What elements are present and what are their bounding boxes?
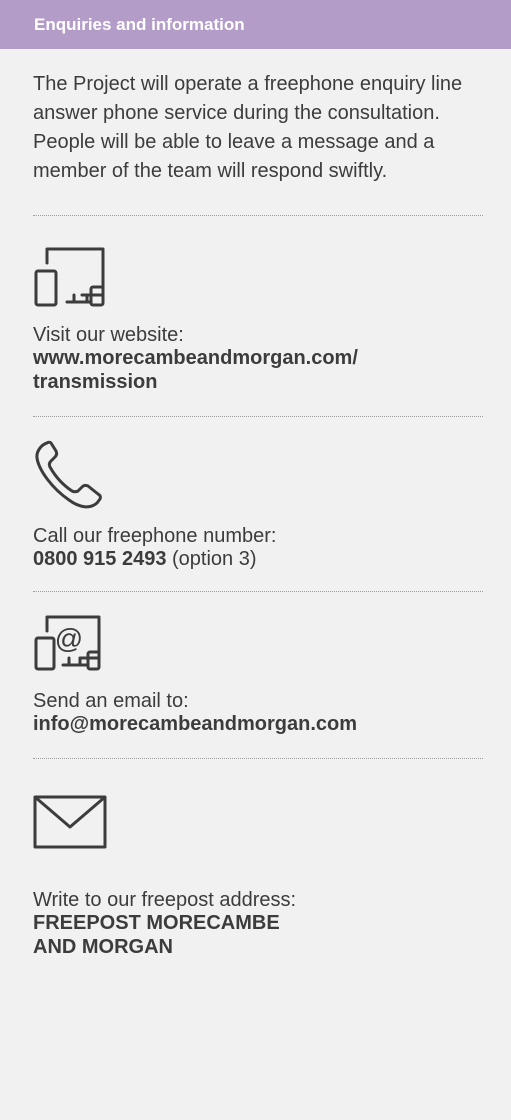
intro-text: The Project will operate a freephone enq… [33,73,463,182]
phone-icon [35,440,102,509]
website-link-line2[interactable]: transmission [33,370,483,394]
divider [33,758,483,759]
envelope-icon [33,795,107,849]
panel-header: Enquiries and information [0,0,511,49]
phone-value[interactable]: 0800 915 2493 (option 3) [33,547,483,571]
svg-text:@: @ [55,623,83,654]
post-address-line1: FREEPOST MORECAMBE [33,912,280,934]
website-link-line1[interactable]: www.morecambeandmorgan.com/ [33,346,483,370]
phone-label: Call our freephone number: [33,525,277,547]
divider [33,591,483,592]
email-section: @ Send an email to: info@morecambeandmor… [33,614,483,736]
phone-number[interactable]: 0800 915 2493 [33,548,166,570]
enquiries-panel: Enquiries and information The Project wi… [0,0,511,1120]
phone-section: Call our freephone number: 0800 915 2493… [33,439,483,571]
phone-option: (option 3) [166,548,257,570]
post-address: FREEPOST MORECAMBE AND MORGAN [33,911,483,959]
divider [33,416,483,417]
panel-title: Enquiries and information [34,14,245,34]
post-label: Write to our freepost address: [33,889,297,911]
website-section: Visit our website: www.morecambeandmorga… [33,246,483,394]
email-link[interactable]: info@morecambeandmorgan.com [33,712,483,736]
post-section: Write to our freepost address: FREEPOST … [33,795,483,959]
email-label: Send an email to: [33,690,189,712]
divider [33,215,483,216]
devices-icon [34,247,105,307]
website-link[interactable]: www.morecambeandmorgan.com/ transmission [33,346,483,394]
post-address-line2: AND MORGAN [33,936,173,958]
website-label: Visit our website: [33,324,184,346]
email-devices-icon: @ [34,615,101,671]
